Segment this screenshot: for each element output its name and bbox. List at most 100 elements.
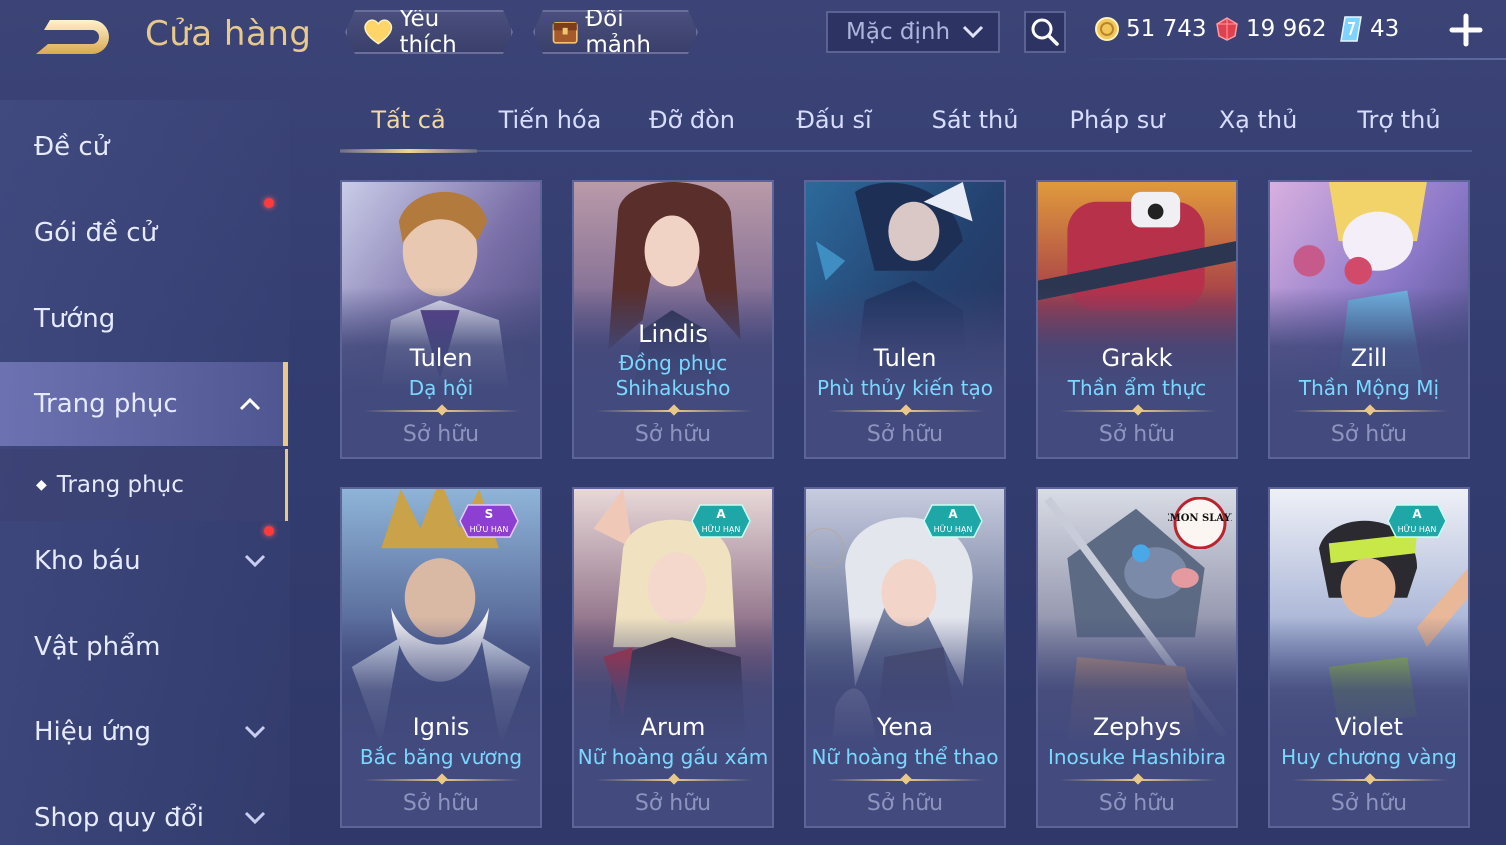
sidebar-item-recommended-packs[interactable]: Gói đề cử — [0, 198, 288, 268]
hero-name: Tulen — [409, 344, 473, 372]
card-divider — [1292, 779, 1448, 781]
sort-selected-value: Mặc định — [846, 19, 951, 45]
badge-rank: A — [948, 507, 958, 521]
hero-name: Ignis — [412, 713, 470, 741]
tab-assassin[interactable]: Sát thủ — [907, 106, 1043, 134]
exchange-shard-label: Đổi mảnh — [585, 6, 651, 58]
skin-card[interactable]: Tulen Phù thủy kiến tạo Sở hữu — [804, 180, 1006, 459]
badge-text: HỮU HẠN — [470, 523, 509, 535]
sidebar-item-skins[interactable]: Trang phục — [0, 362, 288, 446]
tab-tank[interactable]: Đỡ đòn — [624, 106, 760, 134]
skin-name: Thần ẩm thực — [1067, 376, 1207, 400]
chevron-up-icon — [239, 397, 261, 411]
owned-status: Sở hữu — [866, 422, 944, 447]
tab-evolution[interactable]: Tiến hóa — [482, 106, 618, 134]
sidebar-item-exchange-shop[interactable]: Shop quy đổi — [0, 783, 288, 845]
tab-support[interactable]: Trợ thủ — [1331, 106, 1467, 134]
sidebar-item-treasure[interactable]: Kho báu — [0, 526, 288, 596]
tab-label: Đấu sĩ — [796, 106, 872, 134]
card-divider — [364, 410, 520, 412]
owned-status: Sở hữu — [402, 422, 480, 447]
ruby-amount: 19 962 — [1246, 16, 1327, 42]
skin-card[interactable]: Lindis Đồng phục Shihakusho Sở hữu — [572, 180, 774, 459]
voucher-currency: 43 — [1338, 12, 1399, 46]
page-title: Cửa hàng — [145, 14, 312, 54]
skin-name: Bắc băng vương — [359, 745, 523, 769]
owned-status: Sở hữu — [1330, 422, 1408, 447]
card-divider — [364, 779, 520, 781]
tab-label: Tiến hóa — [498, 106, 602, 134]
skin-card[interactable]: A HỮU HẠN Violet Huy chương vàng Sở hữu — [1268, 487, 1470, 828]
gold-amount: 51 743 — [1126, 16, 1207, 42]
badge-text: HỮU HẠN — [1398, 523, 1437, 535]
skin-card[interactable]: Grakk Thần ẩm thực Sở hữu — [1036, 180, 1238, 459]
sidebar-item-effects[interactable]: Hiệu ứng — [0, 697, 288, 767]
voucher-amount: 43 — [1370, 16, 1400, 42]
sidebar-item-heroes[interactable]: Tướng — [0, 284, 288, 354]
owned-status: Sở hữu — [1330, 791, 1408, 816]
hero-name: Tulen — [873, 344, 937, 372]
hero-name: Arum — [640, 713, 706, 741]
ruby-gem-icon — [1216, 17, 1238, 41]
sidebar-item-label: Vật phẩm — [34, 632, 161, 662]
sidebar-item-items[interactable]: Vật phẩm — [0, 612, 288, 682]
sort-dropdown[interactable]: Mặc định — [826, 11, 1000, 53]
ruby-currency: 19 962 — [1214, 12, 1326, 46]
badge-rank: A — [716, 507, 726, 521]
add-currency-plus-icon[interactable] — [1448, 12, 1484, 48]
owned-status: Sở hữu — [866, 791, 944, 816]
rank-a-limited-badge-icon: A HỮU HẠN — [691, 504, 751, 538]
rank-s-limited-badge-icon: S HỮU HẠN — [459, 504, 519, 538]
rank-a-limited-badge-icon: A HỮU HẠN — [923, 504, 983, 538]
notification-dot — [264, 526, 274, 536]
badge-text: HỮU HẠN — [702, 523, 741, 535]
hero-name: Zill — [1350, 344, 1388, 372]
sidebar-item-label: Trang phục — [34, 389, 178, 419]
tab-all[interactable]: Tất cả — [340, 106, 477, 134]
tab-label: Sát thủ — [931, 106, 1019, 134]
tab-label: Đỡ đòn — [648, 106, 736, 134]
rank-a-limited-badge-icon: A HỮU HẠN — [1387, 504, 1447, 538]
skin-card[interactable]: A HỮU HẠN Arum Nữ hoàng gấu xám Sở hữu — [572, 487, 774, 828]
skin-name: Thần Mộng Mị — [1298, 376, 1440, 400]
hero-name: Grakk — [1101, 344, 1173, 372]
back-arrow-icon[interactable] — [30, 14, 116, 60]
owned-status: Sở hữu — [634, 422, 712, 447]
skin-name: Đồng phục Shihakusho — [615, 351, 731, 400]
tab-fighter[interactable]: Đấu sĩ — [766, 106, 902, 134]
exchange-shard-button[interactable]: Đổi mảnh — [533, 10, 698, 54]
category-tabs: Tất cả Tiến hóa Đỡ đòn Đấu sĩ Sát thủ Ph… — [340, 100, 1472, 153]
collab-logo-text: DEMON SLAYER — [1168, 513, 1232, 524]
skin-card[interactable]: Zill Thần Mộng Mị Sở hữu — [1268, 180, 1470, 459]
skin-card[interactable]: Tulen Dạ hội Sở hữu — [340, 180, 542, 459]
tab-mage[interactable]: Pháp sư — [1049, 106, 1185, 134]
favorite-button[interactable]: Yêu thích — [345, 10, 513, 54]
skin-name: Huy chương vàng — [1281, 745, 1457, 769]
card-divider — [1060, 410, 1216, 412]
skin-card[interactable]: DEMON SLAYER Zephys Inosuke Hashibira Sở… — [1036, 487, 1238, 828]
treasure-chest-icon — [551, 15, 579, 49]
search-icon — [1031, 18, 1059, 46]
search-button[interactable] — [1024, 11, 1066, 53]
bullet-diamond-icon: ◆ — [36, 477, 47, 493]
sidebar-item-label: Trang phục — [56, 472, 184, 498]
sidebar-item-label: Kho báu — [34, 546, 141, 576]
demon-slayer-collab-logo-icon: DEMON SLAYER — [1168, 497, 1232, 549]
badge-text: HỮU HẠN — [934, 523, 973, 535]
heart-icon — [363, 17, 394, 47]
sidebar-item-recommended[interactable]: Đề cử — [0, 112, 288, 182]
chevron-down-icon — [244, 554, 266, 568]
sidebar-item-label: Tướng — [34, 304, 116, 334]
notification-dot — [264, 198, 274, 208]
card-divider — [596, 779, 752, 781]
tab-marksman[interactable]: Xạ thủ — [1190, 106, 1326, 134]
card-divider — [1060, 779, 1216, 781]
owned-status: Sở hữu — [1098, 791, 1176, 816]
card-divider — [1292, 410, 1448, 412]
hero-name: Zephys — [1092, 713, 1182, 741]
skin-card[interactable]: A HỮU HẠN Yena Nữ hoàng thể thao Sở hữu — [804, 487, 1006, 828]
crystal-voucher-icon — [1340, 16, 1362, 42]
skin-card[interactable]: S HỮU HẠN Ignis Bắc băng vương Sở hữu — [340, 487, 542, 828]
sidebar-subitem-skins[interactable]: ◆ Trang phục — [0, 449, 288, 521]
sidebar-item-label: Gói đề cử — [34, 218, 158, 248]
